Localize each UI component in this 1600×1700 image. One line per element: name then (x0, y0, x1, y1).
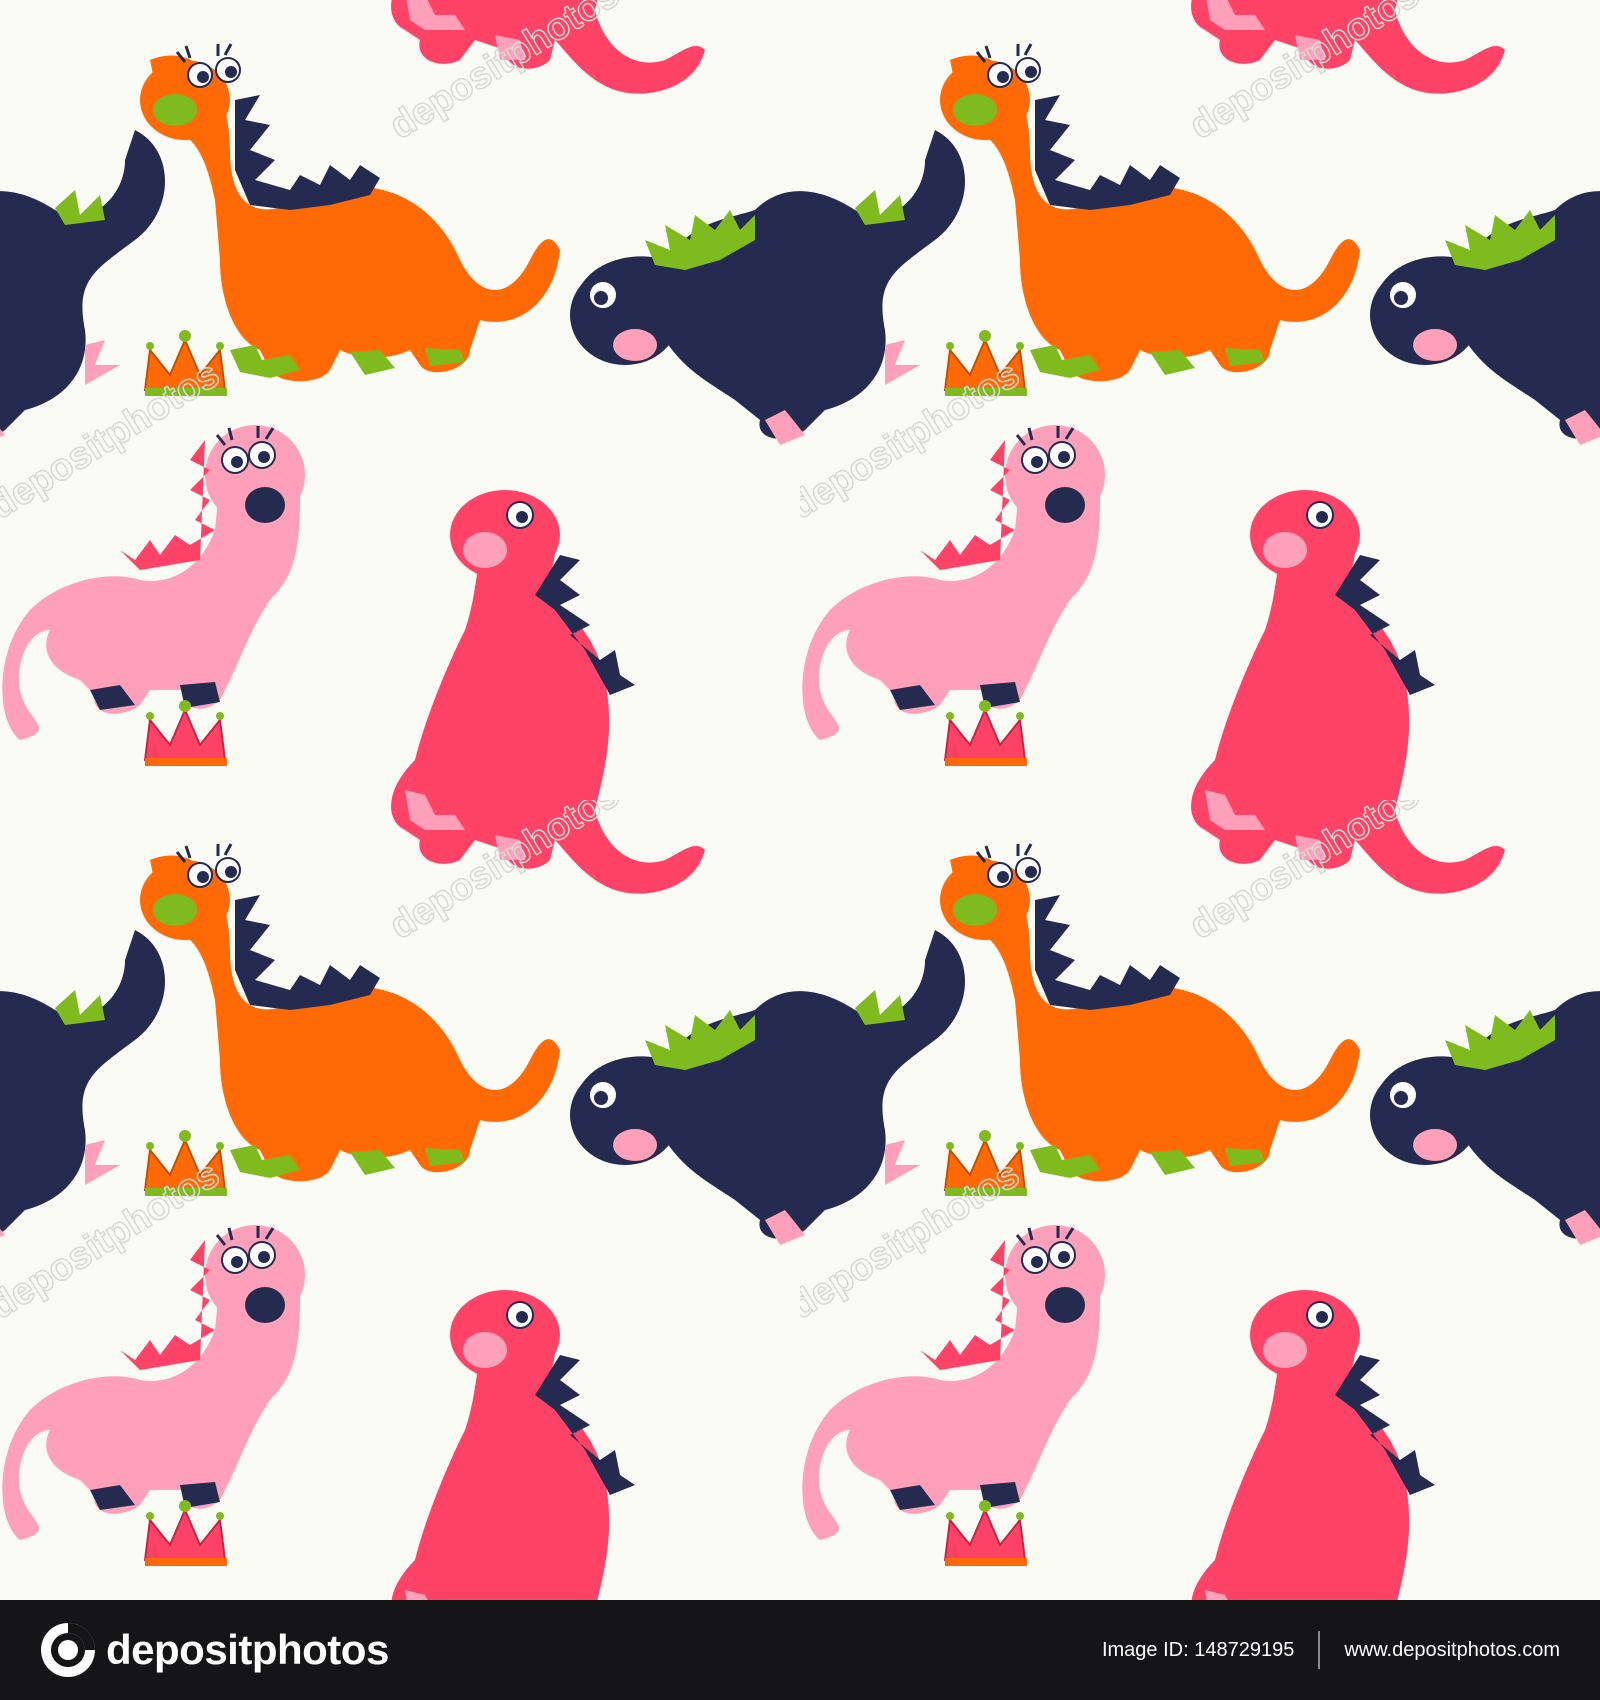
dinosaur-pattern: depositphotos (0, 0, 1600, 1600)
site-url[interactable]: www.depositphotos.com (1344, 1639, 1560, 1662)
footer-bar: depositphotos Image ID: 148729195 www.de… (0, 1600, 1600, 1700)
camera-lens-icon (41, 1623, 95, 1677)
brand-name: depositphotos (106, 1626, 389, 1673)
image-id: Image ID: 148729195 (1101, 1638, 1295, 1661)
brand-logo: depositphotos (40, 1622, 389, 1678)
divider (1318, 1631, 1321, 1669)
